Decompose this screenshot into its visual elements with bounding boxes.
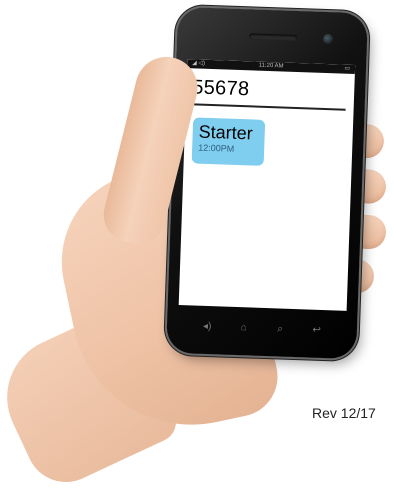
conversation-contact: 55678 <box>191 76 250 101</box>
softkey-bar: ◂) ⌂ ⌕ ↩ <box>167 313 358 344</box>
earpiece-speaker <box>249 33 298 41</box>
message-time: 12:00PM <box>198 142 235 154</box>
phone-screen: ◢ ◁) 11:20 AM ▭ 55678 Starter 12:00PM <box>178 59 356 311</box>
smartphone: ◢ ◁) 11:20 AM ▭ 55678 Starter 12:00PM ◂)… <box>166 6 368 360</box>
speaker-icon[interactable]: ◂) <box>199 320 215 332</box>
back-icon[interactable]: ↩ <box>308 324 324 336</box>
revision-label: Rev 12/17 <box>312 405 376 421</box>
search-icon[interactable]: ⌕ <box>272 323 288 335</box>
front-camera-icon <box>322 33 334 45</box>
battery-icon: ▭ <box>344 65 351 72</box>
home-icon[interactable]: ⌂ <box>236 321 252 333</box>
message-bubble[interactable]: Starter 12:00PM <box>191 117 266 166</box>
message-text: Starter <box>198 121 254 144</box>
